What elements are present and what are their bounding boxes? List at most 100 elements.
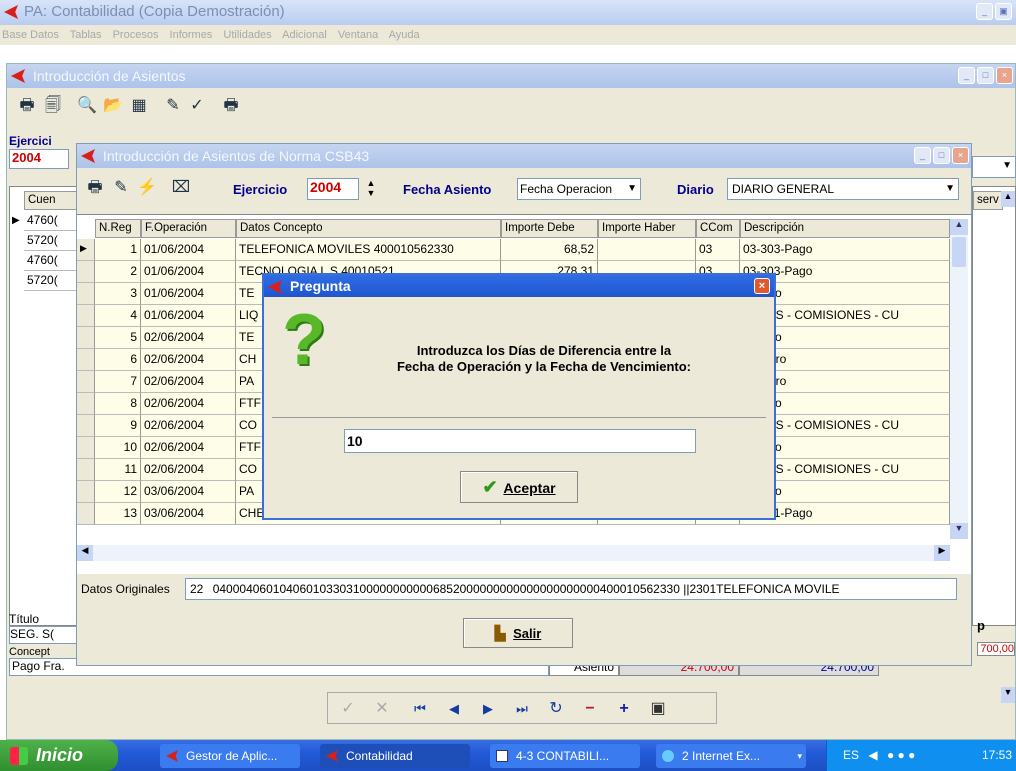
language-indicator[interactable]: ES: [843, 748, 859, 762]
row-indicator[interactable]: [77, 349, 95, 371]
row-indicator[interactable]: ▶: [77, 239, 95, 261]
maximize-icon[interactable]: ▣: [995, 3, 1012, 20]
vertical-scrollbar[interactable]: ▲ ▼: [950, 219, 968, 539]
row-indicator[interactable]: [77, 415, 95, 437]
confirm-icon[interactable]: ✓: [336, 697, 360, 721]
task-word[interactable]: 4-3 CONTABILI...: [490, 744, 640, 768]
close-icon[interactable]: ×: [754, 278, 770, 294]
minimize-icon[interactable]: _: [976, 3, 993, 20]
maximize-icon[interactable]: □: [977, 67, 994, 84]
cell-concepto[interactable]: TELEFONICA MOVILES 400010562330: [236, 239, 501, 261]
cell-ccom[interactable]: 03: [696, 239, 740, 261]
row-indicator[interactable]: [77, 503, 95, 525]
col-ccom[interactable]: CCom: [696, 219, 740, 238]
process-icon[interactable]: ⚡: [135, 176, 159, 200]
datos-originales-field[interactable]: 22 0400040601040601033031000000000006852…: [185, 578, 957, 600]
refresh-icon[interactable]: ↻: [544, 697, 568, 721]
next-record-icon[interactable]: ▶: [476, 697, 500, 721]
row-indicator[interactable]: [77, 283, 95, 305]
print-icon[interactable]: 🖶: [219, 94, 243, 118]
col-foperacion[interactable]: F.Operación: [141, 219, 236, 238]
cell-fecha[interactable]: 02/06/2004: [141, 437, 236, 459]
cell-fecha[interactable]: 03/06/2004: [141, 481, 236, 503]
maximize-icon[interactable]: □: [933, 147, 950, 164]
col-nreg[interactable]: N.Reg: [95, 219, 141, 238]
salir-button[interactable]: ▙ Salir: [463, 618, 573, 648]
scroll-down-icon[interactable]: ▼: [1001, 687, 1015, 703]
account-cell[interactable]: 5720(: [24, 271, 80, 291]
minimize-icon[interactable]: _: [914, 147, 931, 164]
add-icon[interactable]: +: [612, 697, 636, 721]
year-spinner-icon[interactable]: ▲ ▼: [363, 178, 379, 200]
new-entry-icon[interactable]: 🖶: [15, 94, 39, 118]
tray-back-icon[interactable]: ◀: [868, 748, 877, 762]
edit-entries-icon[interactable]: ✎: [109, 176, 133, 200]
clear-icon[interactable]: ⌧: [169, 176, 193, 200]
row-indicator[interactable]: [77, 459, 95, 481]
close-icon[interactable]: ×: [996, 67, 1013, 84]
col-importe-debe[interactable]: Importe Debe: [501, 219, 598, 238]
close-icon[interactable]: ×: [952, 147, 969, 164]
cell-nreg[interactable]: 8: [95, 393, 141, 415]
cell-fecha[interactable]: 02/06/2004: [141, 393, 236, 415]
account-cell[interactable]: 4760(: [24, 251, 80, 271]
col-importe-haber[interactable]: Importe Haber: [598, 219, 696, 238]
account-cell[interactable]: 4760(: [24, 211, 80, 231]
row-indicator[interactable]: [77, 261, 95, 283]
dias-input[interactable]: 10: [344, 429, 696, 453]
task-internet-explorer[interactable]: 2 Internet Ex... ▾: [656, 744, 806, 768]
row-indicator[interactable]: [77, 481, 95, 503]
menu-ventana[interactable]: Ventana: [338, 29, 378, 41]
scroll-thumb[interactable]: [952, 237, 966, 267]
scroll-down-icon[interactable]: ▼: [950, 523, 968, 539]
cell-nreg[interactable]: 12: [95, 481, 141, 503]
cell-nreg[interactable]: 10: [95, 437, 141, 459]
scroll-left-icon[interactable]: ◀: [77, 545, 93, 561]
row-indicator[interactable]: [77, 437, 95, 459]
edit-icon[interactable]: ✎: [161, 94, 185, 118]
open-folder-icon[interactable]: 📂: [101, 94, 125, 118]
row-indicator[interactable]: [77, 393, 95, 415]
row-indicator[interactable]: [77, 327, 95, 349]
cell-nreg[interactable]: 6: [95, 349, 141, 371]
menu-utilidades[interactable]: Utilidades: [223, 29, 271, 41]
scroll-right-icon[interactable]: ▶: [934, 545, 950, 561]
cell-desc[interactable]: 03-303-Pago: [740, 239, 950, 261]
cell-haber[interactable]: [598, 239, 696, 261]
cell-fecha[interactable]: 02/06/2004: [141, 459, 236, 481]
cell-nreg[interactable]: 9: [95, 415, 141, 437]
cell-fecha[interactable]: 03/06/2004: [141, 503, 236, 525]
check-icon[interactable]: ✓: [185, 94, 209, 118]
cell-nreg[interactable]: 2: [95, 261, 141, 283]
csb-ejercicio-field[interactable]: 2004: [307, 178, 359, 200]
minimize-icon[interactable]: _: [958, 67, 975, 84]
calculator-icon[interactable]: ▦: [127, 94, 151, 118]
cell-fecha[interactable]: 02/06/2004: [141, 371, 236, 393]
task-contabilidad[interactable]: Contabilidad: [320, 744, 470, 768]
cell-fecha[interactable]: 01/06/2004: [141, 305, 236, 327]
menu-informes[interactable]: Informes: [170, 29, 213, 41]
last-record-icon[interactable]: ⏭: [510, 697, 534, 721]
cell-fecha[interactable]: 01/06/2004: [141, 261, 236, 283]
start-button[interactable]: Inicio: [0, 740, 118, 771]
menu-adicional[interactable]: Adicional: [282, 29, 327, 41]
menu-ayuda[interactable]: Ayuda: [389, 29, 420, 41]
cell-fecha[interactable]: 01/06/2004: [141, 283, 236, 305]
cell-nreg[interactable]: 13: [95, 503, 141, 525]
import-icon[interactable]: 🖶: [83, 176, 107, 200]
cell-nreg[interactable]: 1: [95, 239, 141, 261]
cell-nreg[interactable]: 4: [95, 305, 141, 327]
col-descripcion[interactable]: Descripción: [740, 219, 950, 238]
menu-procesos[interactable]: Procesos: [113, 29, 159, 41]
cell-nreg[interactable]: 7: [95, 371, 141, 393]
first-record-icon[interactable]: ⏮: [408, 697, 432, 721]
scroll-up-icon[interactable]: ▲: [950, 219, 968, 235]
cell-nreg[interactable]: 3: [95, 283, 141, 305]
fecha-asiento-select[interactable]: Fecha Operacion ▼: [517, 178, 641, 200]
menu-base-datos[interactable]: Base Datos: [2, 29, 59, 41]
titulo-field[interactable]: SEG. S(: [9, 626, 79, 644]
duplicate-icon[interactable]: 🗐: [41, 94, 65, 118]
cell-fecha[interactable]: 02/06/2004: [141, 327, 236, 349]
delete-icon[interactable]: −: [578, 697, 602, 721]
horizontal-scrollbar[interactable]: ◀ ▶: [77, 545, 950, 561]
